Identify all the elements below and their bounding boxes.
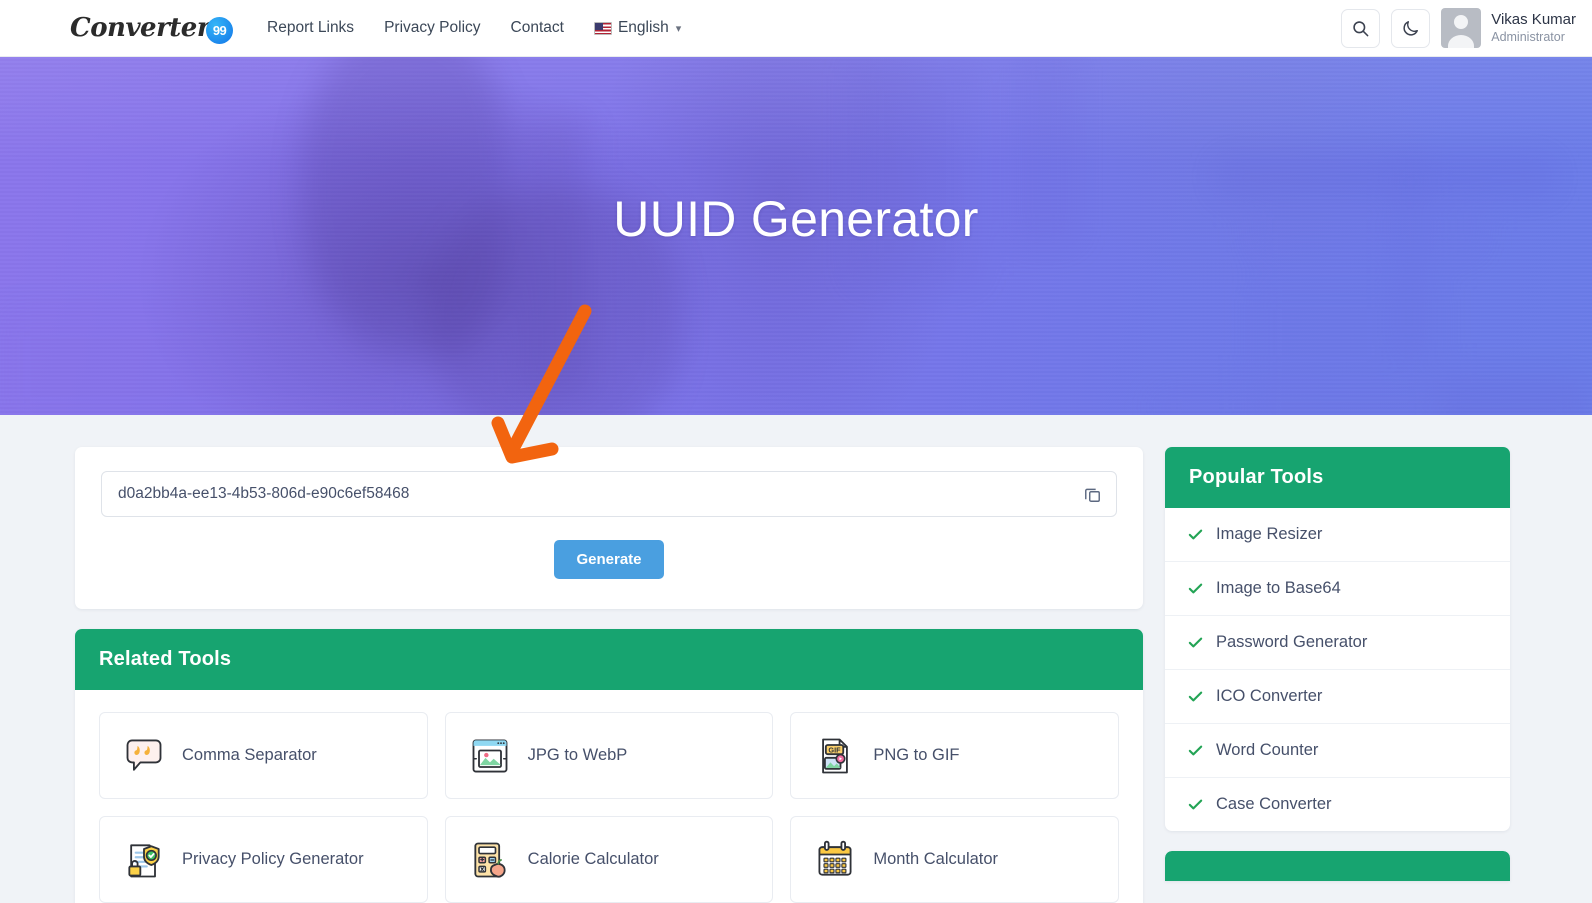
tool-label: PNG to GIF	[873, 746, 960, 764]
tool-label: Month Calculator	[873, 850, 999, 868]
avatar	[1441, 8, 1482, 48]
page-title: UUID Generator	[613, 191, 979, 247]
jpg-to-webp-icon	[472, 739, 508, 772]
language-selector[interactable]: English ▾	[593, 19, 682, 37]
popular-tools-title: Popular Tools	[1165, 447, 1510, 508]
header-actions: Vikas Kumar Administrator	[1341, 8, 1576, 48]
tool-label: Comma Separator	[182, 746, 317, 764]
sidebar-item-label: Password Generator	[1216, 633, 1368, 651]
nav-item-contact[interactable]: Contact	[511, 19, 564, 37]
check-icon	[1188, 691, 1203, 702]
related-tools-title: Related Tools	[75, 629, 1143, 690]
user-role: Administrator	[1491, 29, 1565, 44]
logo-text: Converter	[70, 13, 211, 43]
tool-card-month-calculator[interactable]: Month Calculator	[790, 816, 1119, 903]
related-tools-grid: Comma Separator JPG to WebP GIF PNG to G…	[99, 712, 1119, 903]
page-body: Generate Related Tools Comma Separator	[0, 415, 1592, 903]
copy-icon	[1084, 488, 1100, 502]
nav-item-report-links[interactable]: Report Links	[267, 19, 354, 37]
language-label: English	[617, 19, 669, 36]
user-info: Vikas Kumar Administrator	[1491, 11, 1576, 45]
chevron-down-icon: ▾	[675, 22, 682, 35]
sidebar: Popular Tools Image Resizer Image to Bas…	[1165, 447, 1510, 881]
tool-label: Privacy Policy Generator	[182, 850, 364, 868]
uuid-generator-card: Generate	[75, 447, 1143, 609]
hero-banner: UUID Generator	[0, 57, 1592, 415]
sidebar-item-image-resizer[interactable]: Image Resizer	[1165, 508, 1510, 561]
sidebar-next-panel	[1165, 851, 1510, 881]
uuid-input[interactable]	[101, 471, 1117, 517]
logo-badge: 99	[206, 16, 234, 44]
comma-separator-icon	[126, 739, 162, 771]
tool-card-privacy-policy-generator[interactable]: Privacy Policy Generator	[99, 816, 428, 903]
sidebar-item-label: Case Converter	[1216, 795, 1332, 813]
us-flag-icon	[593, 21, 612, 35]
privacy-policy-generator-icon	[128, 843, 160, 877]
sidebar-item-word-counter[interactable]: Word Counter	[1165, 723, 1510, 777]
related-tools-body: Comma Separator JPG to WebP GIF PNG to G…	[75, 690, 1143, 903]
check-icon	[1188, 745, 1203, 756]
copy-button[interactable]	[1079, 481, 1105, 507]
check-icon	[1188, 637, 1203, 648]
user-name: Vikas Kumar	[1491, 10, 1576, 28]
popular-tools-panel: Popular Tools Image Resizer Image to Bas…	[1165, 447, 1510, 831]
tool-card-comma-separator[interactable]: Comma Separator	[99, 712, 428, 799]
check-icon	[1188, 799, 1203, 810]
theme-toggle-button[interactable]	[1391, 8, 1431, 48]
site-logo[interactable]: Converter 99	[70, 13, 234, 44]
search-button[interactable]	[1341, 8, 1381, 48]
main-nav: Report Links Privacy Policy Contact Engl…	[267, 19, 681, 37]
sidebar-item-ico-converter[interactable]: ICO Converter	[1165, 669, 1510, 723]
sidebar-item-label: Image Resizer	[1216, 525, 1323, 543]
user-menu[interactable]: Vikas Kumar Administrator	[1441, 8, 1576, 48]
sidebar-item-image-to-base64[interactable]: Image to Base64	[1165, 561, 1510, 615]
tool-card-calorie-calculator[interactable]: Calorie Calculator	[444, 816, 774, 903]
svg-text:GIF: GIF	[829, 745, 842, 754]
check-icon	[1188, 583, 1203, 594]
check-icon	[1188, 529, 1203, 540]
month-calculator-icon	[818, 840, 852, 876]
site-header: Converter 99 Report Links Privacy Policy …	[0, 0, 1592, 57]
uuid-input-row	[101, 471, 1117, 517]
generate-button[interactable]: Generate	[554, 540, 664, 579]
sidebar-item-label: Image to Base64	[1216, 579, 1341, 597]
moon-icon	[1403, 20, 1419, 36]
png-to-gif-icon: GIF	[822, 738, 849, 773]
sidebar-item-case-converter[interactable]: Case Converter	[1165, 777, 1510, 831]
search-icon	[1353, 20, 1369, 36]
tool-card-jpg-to-webp[interactable]: JPG to WebP	[444, 712, 774, 799]
sidebar-item-label: ICO Converter	[1216, 687, 1323, 705]
related-tools-panel: Related Tools Comma Separator JPG to Web…	[75, 629, 1143, 903]
nav-item-privacy-policy[interactable]: Privacy Policy	[384, 19, 480, 37]
sidebar-item-label: Word Counter	[1216, 741, 1319, 759]
sidebar-item-password-generator[interactable]: Password Generator	[1165, 615, 1510, 669]
main-column: Generate Related Tools Comma Separator	[75, 447, 1143, 903]
tool-card-png-to-gif[interactable]: GIF PNG to GIF	[790, 712, 1119, 799]
generate-row: Generate	[101, 540, 1117, 579]
popular-tools-list: Image Resizer Image to Base64 Password G…	[1165, 508, 1510, 831]
tool-label: Calorie Calculator	[527, 850, 659, 868]
calorie-calculator-icon	[474, 842, 506, 878]
tool-label: JPG to WebP	[527, 746, 628, 764]
sidebar-next-panel-title	[1165, 851, 1510, 881]
